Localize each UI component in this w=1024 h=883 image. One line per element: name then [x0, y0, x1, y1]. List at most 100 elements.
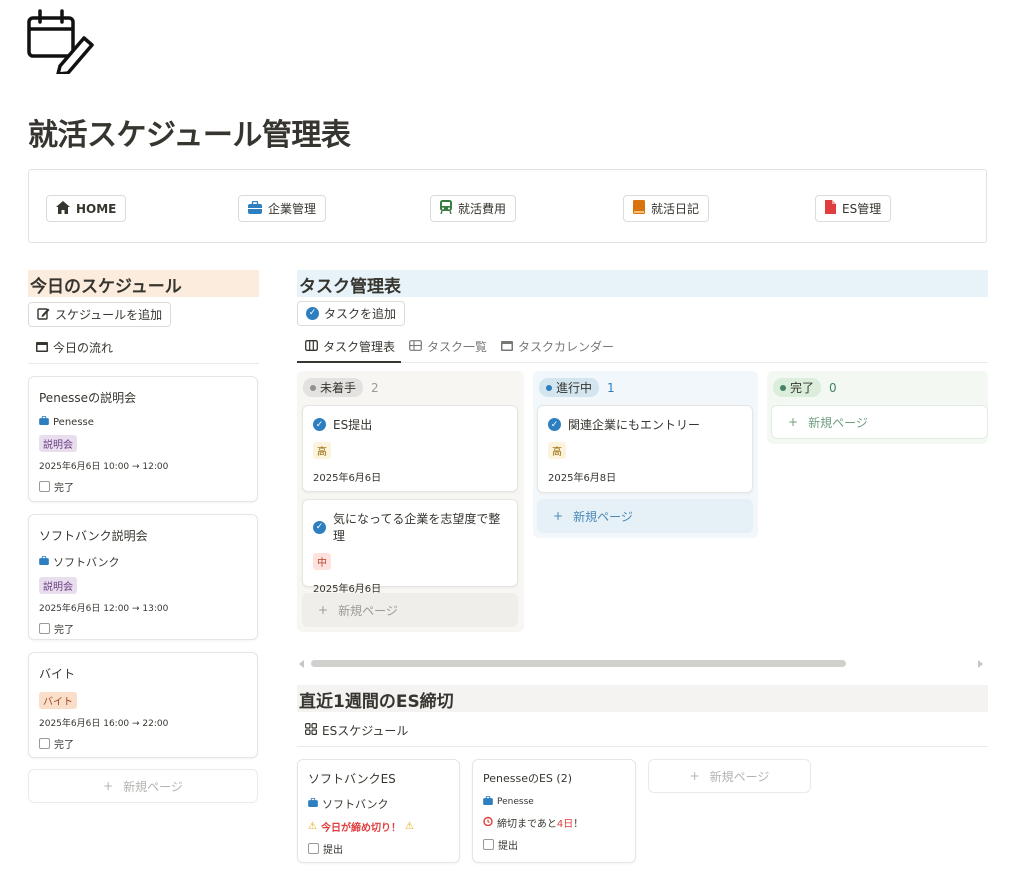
divider [297, 746, 988, 747]
task-board: 未着手 2 ✓ ES提出 高 2025年6月6日 ✓ 気になってる企業を志望度で整理… [297, 371, 988, 636]
checkbox-label: 完了 [54, 483, 74, 494]
button-label: 新規ページ [123, 779, 183, 794]
today-schedule-section: 今日のスケジュール スケジュールを追加 今日の流れ [28, 270, 259, 356]
edit-icon [37, 307, 50, 323]
view-tabs: タスク管理表 タスク一覧 タスクカレンダー [305, 338, 614, 355]
tab-label: タスク管理表 [323, 340, 396, 354]
section-heading: 直近1週間のES締切 [297, 685, 988, 712]
button-label: スケジュールを追加 [55, 308, 163, 322]
page-title: 就活スケジュール管理表 [28, 118, 351, 153]
notebook-icon [633, 200, 645, 217]
home-link[interactable]: HOME [46, 195, 127, 222]
scroll-right-arrow[interactable] [978, 660, 983, 668]
priority-tag: 中 [313, 553, 331, 570]
button-label: 新規ページ [808, 415, 868, 430]
submitted-checkbox[interactable] [483, 839, 494, 850]
card-title: PenesseのES (2) [483, 772, 572, 785]
status-badge: 進行中 [539, 378, 600, 397]
plus-icon: + [689, 769, 700, 783]
deadline-status: 締切まであと [497, 819, 557, 830]
category-tag: 説明会 [39, 577, 77, 594]
nav-label: 就活日記 [651, 202, 700, 216]
train-icon [440, 200, 452, 217]
task-card[interactable]: ✓ ES提出 高 2025年6月6日 [302, 405, 518, 492]
due-date: 2025年6月8日 [548, 473, 617, 484]
submitted-checkbox[interactable] [308, 843, 319, 854]
button-label: 新規ページ [709, 769, 770, 784]
es-card[interactable]: PenesseのES (2) Penesse 締切まであと 4日！ 提出 [472, 759, 636, 863]
es-schedule-view-tab[interactable]: ESスケジュール [305, 722, 408, 739]
checkbox-label: 完了 [54, 625, 74, 636]
done-checkbox[interactable] [39, 481, 50, 492]
table-icon [409, 339, 422, 354]
tab-label: タスクカレンダー [518, 340, 615, 354]
button-label: 新規ページ [338, 603, 398, 618]
task-card[interactable]: ✓ 関連企業にもエントリー 高 2025年6月8日 [537, 405, 753, 493]
tab-task-calendar[interactable]: タスクカレンダー [501, 338, 614, 355]
gallery-icon [305, 723, 318, 738]
company-link[interactable]: ソフトバンク [53, 554, 120, 570]
schedule-time: 2025年6月6日 12:00 → 13:00 [39, 604, 169, 614]
category-tag: 説明会 [39, 435, 77, 452]
document-icon [825, 200, 836, 217]
company-management-link[interactable]: 企業管理 [238, 195, 327, 222]
card-title: ES提出 [333, 418, 373, 432]
schedule-card[interactable]: Penesseの説明会 Penesse 説明会 2025年6月6日 10:00 … [28, 376, 258, 502]
horizontal-scrollbar[interactable] [311, 660, 846, 667]
verified-check-icon: ✓ [548, 418, 561, 431]
es-management-link[interactable]: ES管理 [815, 195, 892, 222]
plus-icon: + [103, 779, 114, 793]
calendar-icon [36, 341, 48, 355]
plus-icon: + [318, 603, 329, 617]
board-column-doing: 進行中 1 ✓ 関連企業にもエントリー 高 2025年6月8日 + 新規ページ [533, 371, 758, 538]
today-flow-view-tab[interactable]: 今日の流れ [28, 339, 259, 356]
add-task-button[interactable]: ✓ タスクを追加 [297, 300, 406, 326]
company-link[interactable]: Penesse [53, 417, 94, 428]
schedule-card[interactable]: バイト バイト 2025年6月6日 16:00 → 22:00 完了 [28, 652, 258, 758]
company-link[interactable]: Penesse [497, 797, 534, 807]
column-count: 1 [607, 380, 615, 395]
es-card[interactable]: ソフトバンクES ソフトバンク ⚠ 今日が締め切り！ ⚠ 提出 [297, 759, 460, 863]
new-task-button[interactable]: + 新規ページ [302, 593, 518, 627]
board-icon [305, 339, 318, 354]
tab-task-list[interactable]: タスク一覧 [409, 338, 487, 355]
task-card[interactable]: ✓ 気になってる企業を志望度で整理 中 2025年6月6日 [302, 499, 518, 595]
company-link[interactable]: ソフトバンク [322, 796, 389, 812]
status-label: 進行中 [556, 381, 593, 395]
days-remaining: 4日 [556, 819, 574, 830]
add-schedule-button[interactable]: スケジュールを追加 [28, 302, 172, 327]
section-heading: 今日のスケジュール [28, 270, 259, 297]
schedule-card[interactable]: ソフトバンク説明会 ソフトバンク 説明会 2025年6月6日 12:00 → 1… [28, 514, 258, 640]
checkbox-label: 完了 [54, 740, 74, 751]
briefcase-icon [39, 415, 49, 428]
view-label: 今日の流れ [53, 341, 114, 355]
new-task-button[interactable]: + 新規ページ [771, 405, 988, 439]
nav-label: 就活費用 [458, 202, 507, 216]
deadline-status: 今日が締め切り！ [320, 823, 401, 834]
new-es-button[interactable]: + 新規ページ [648, 759, 811, 793]
tab-task-board[interactable]: タスク管理表 [305, 338, 395, 355]
button-label: 新規ページ [573, 509, 633, 524]
new-task-button[interactable]: + 新規ページ [537, 499, 753, 533]
briefcase-icon [248, 200, 262, 217]
board-column-todo: 未着手 2 ✓ ES提出 高 2025年6月6日 ✓ 気になってる企業を志望度で整理… [297, 371, 524, 632]
column-count: 0 [829, 380, 837, 395]
status-label: 完了 [790, 381, 815, 395]
card-title: ソフトバンク説明会 [39, 529, 148, 543]
briefcase-icon [308, 797, 318, 810]
nav-label: 企業管理 [268, 202, 317, 216]
alarm-clock-icon [483, 816, 493, 829]
job-hunt-diary-link[interactable]: 就活日記 [623, 195, 710, 222]
calendar-edit-icon[interactable] [26, 8, 96, 76]
warning-icon: ⚠ [308, 821, 317, 832]
scroll-left-arrow[interactable] [299, 660, 304, 668]
card-title: 気になってる企業を志望度で整理 [333, 512, 501, 543]
plus-icon: + [788, 415, 799, 429]
new-schedule-button[interactable]: + 新規ページ [28, 769, 258, 803]
verified-check-icon: ✓ [313, 520, 326, 534]
done-checkbox[interactable] [39, 623, 50, 634]
done-checkbox[interactable] [39, 738, 50, 749]
job-hunt-costs-link[interactable]: 就活費用 [430, 195, 517, 222]
schedule-time: 2025年6月6日 10:00 → 12:00 [39, 462, 169, 472]
nav-label: ES管理 [842, 202, 882, 216]
